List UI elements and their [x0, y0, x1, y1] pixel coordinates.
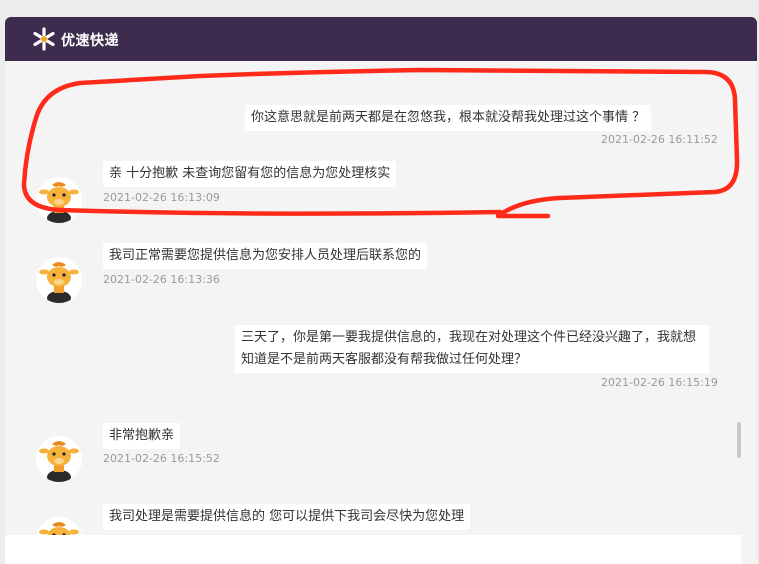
message-timestamp: 2021-02-26 16:13:36: [103, 273, 220, 286]
message-text: 亲 十分抱歉 未查询您留有您的信息为您处理核实: [103, 161, 397, 187]
message-timestamp: 2021-02-26 16:15:19: [601, 376, 718, 389]
alpaca-avatar-icon: [39, 441, 79, 482]
message-text: 三天了，你是第一要我提供信息的，我现在对处理这个件已经没兴趣了，我就想知道是不是…: [235, 325, 709, 373]
agent-avatar: [36, 177, 82, 223]
input-area[interactable]: [5, 535, 741, 564]
agent-avatar: [36, 436, 82, 482]
chat-window: 优速快递 你这意思就是前两天都是在忽悠我，根本就没帮我处理过这个事情 ？ 202…: [5, 17, 757, 564]
header-bar: 优速快递: [5, 17, 757, 61]
message-timestamp: 2021-02-26 16:11:52: [601, 133, 718, 146]
message-timestamp: 2021-02-26 16:15:52: [103, 452, 220, 465]
agent-avatar: [36, 257, 82, 303]
message-timestamp: 2021-02-26 16:13:09: [103, 191, 220, 204]
message-text: 非常抱歉亲: [103, 423, 181, 449]
brand-name: 优速快递: [61, 33, 119, 49]
message-text: 我司正常需要您提供信息为您安排人员处理后联系您的: [103, 243, 428, 269]
brand-logo-icon: [33, 27, 55, 51]
alpaca-avatar-icon: [39, 262, 79, 303]
scrollbar-thumb[interactable]: [737, 422, 741, 458]
message-text: 你这意思就是前两天都是在忽悠我，根本就没帮我处理过这个事情 ？: [245, 105, 652, 131]
message-text: 我司处理是需要提供信息的 您可以提供下我司会尽快为您处理: [103, 504, 471, 530]
alpaca-avatar-icon: [39, 182, 79, 223]
message-list[interactable]: 你这意思就是前两天都是在忽悠我，根本就没帮我处理过这个事情 ？ 2021-02-…: [5, 61, 757, 564]
